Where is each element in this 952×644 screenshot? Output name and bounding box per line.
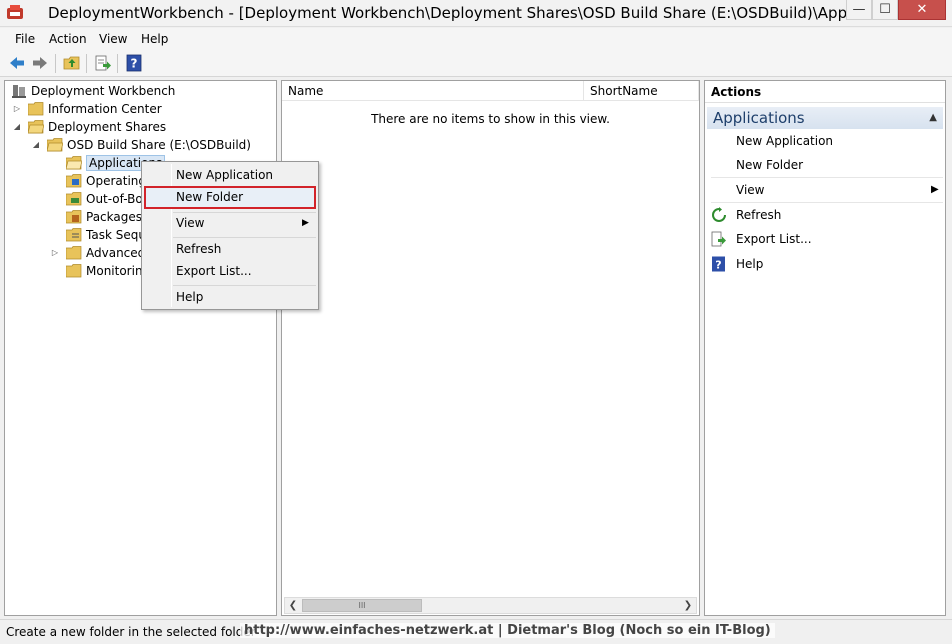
submenu-arrow-icon: ▶ xyxy=(302,218,309,228)
scroll-thumb[interactable]: III xyxy=(302,599,422,612)
folder-icon xyxy=(28,102,44,116)
menu-help[interactable]: Help xyxy=(141,32,168,46)
folder-open-icon xyxy=(28,120,44,134)
toolbar-separator xyxy=(117,54,118,73)
svg-text:?: ? xyxy=(715,259,721,272)
refresh-icon xyxy=(712,207,726,222)
status-bar: Create a new folder in the selected fold… xyxy=(0,619,952,644)
context-separator xyxy=(173,285,316,286)
export-list-icon xyxy=(711,231,726,247)
menu-action[interactable]: Action xyxy=(49,32,87,46)
menu-view[interactable]: View xyxy=(99,32,127,46)
collapse-up-icon[interactable]: ▲ xyxy=(929,107,937,129)
menu-file[interactable]: File xyxy=(15,32,35,46)
tree-item-deployment-workbench[interactable]: Deployment Workbench xyxy=(11,82,175,100)
action-new-application[interactable]: New Application xyxy=(736,134,833,148)
watermark: http://www.einfaches-netzwerk.at | Dietm… xyxy=(240,623,775,638)
scroll-left-icon[interactable]: ❮ xyxy=(285,598,301,613)
empty-list-message: There are no items to show in this view. xyxy=(371,112,610,126)
actions-separator xyxy=(711,177,943,178)
folder-icon xyxy=(66,192,82,206)
export-list-icon[interactable] xyxy=(94,54,112,72)
svg-text:?: ? xyxy=(131,57,138,71)
tree-item-label: Deployment Shares xyxy=(48,120,167,134)
context-help[interactable]: Help xyxy=(176,290,203,304)
back-arrow-icon[interactable] xyxy=(8,54,26,72)
tree-item-monitoring[interactable]: Monitoring xyxy=(66,262,150,280)
collapse-arrow-icon[interactable]: ◢ xyxy=(12,122,22,131)
horizontal-scrollbar[interactable]: ❮ III ❯ xyxy=(284,597,697,614)
tree-item-label: Packages xyxy=(86,210,142,224)
list-view: Name ShortName There are no items to sho… xyxy=(281,80,700,616)
scroll-right-icon[interactable]: ❯ xyxy=(680,598,696,613)
folder-icon xyxy=(66,246,82,260)
column-header-shortname[interactable]: ShortName xyxy=(584,81,699,101)
folder-icon xyxy=(66,174,82,188)
actions-pane: Actions Applications ▲ New Application N… xyxy=(704,80,946,616)
minimize-button[interactable]: — xyxy=(846,0,872,20)
close-button[interactable]: ✕ xyxy=(898,0,946,20)
status-text: Create a new folder in the selected fold… xyxy=(6,625,256,639)
action-help[interactable]: Help xyxy=(736,257,763,271)
context-new-application[interactable]: New Application xyxy=(176,168,273,182)
tree-item-label: OSD Build Share (E:\OSDBuild) xyxy=(67,138,251,152)
forward-arrow-icon[interactable] xyxy=(31,54,49,72)
action-view[interactable]: View xyxy=(736,183,764,197)
tree-item-label: Information Center xyxy=(48,102,162,116)
workbench-icon xyxy=(12,85,26,98)
context-view[interactable]: View xyxy=(176,216,204,230)
expand-arrow-icon[interactable]: ▷ xyxy=(50,248,60,257)
context-menu: New Application New Folder View ▶ Refres… xyxy=(141,161,319,310)
actions-separator xyxy=(711,202,943,203)
tree-item-deployment-shares[interactable]: Deployment Shares xyxy=(28,118,166,136)
tree-item-information-center[interactable]: Information Center xyxy=(28,100,162,118)
actions-group-title: Applications xyxy=(713,109,805,127)
column-header-name[interactable]: Name xyxy=(282,81,584,101)
up-folder-icon[interactable] xyxy=(63,54,81,72)
submenu-arrow-icon: ▶ xyxy=(931,184,939,195)
maximize-button[interactable]: ☐ xyxy=(872,0,898,20)
folder-icon xyxy=(66,210,82,224)
app-icon xyxy=(7,5,23,19)
context-separator xyxy=(173,212,316,213)
tree-item-label: Deployment Workbench xyxy=(31,84,176,98)
context-refresh[interactable]: Refresh xyxy=(176,242,221,256)
tree-item-packages[interactable]: Packages xyxy=(66,208,142,226)
menu-bar: File Action View Help xyxy=(0,28,952,50)
share-folder-icon xyxy=(47,138,63,152)
folder-icon xyxy=(66,264,82,278)
help-icon[interactable]: ? xyxy=(125,54,143,72)
toolbar-separator xyxy=(86,54,87,73)
action-new-folder[interactable]: New Folder xyxy=(736,158,803,172)
folder-icon xyxy=(66,228,82,242)
folder-open-icon xyxy=(66,156,82,170)
window-title: DeploymentWorkbench - [Deployment Workbe… xyxy=(48,4,916,22)
actions-group-header[interactable]: Applications ▲ xyxy=(707,107,943,129)
tree-item-osd-build-share[interactable]: OSD Build Share (E:\OSDBuild) xyxy=(47,136,251,154)
expand-arrow-icon[interactable]: ▷ xyxy=(12,104,22,113)
collapse-arrow-icon[interactable]: ◢ xyxy=(31,140,41,149)
title-bar: DeploymentWorkbench - [Deployment Workbe… xyxy=(0,0,952,27)
help-icon: ? xyxy=(712,256,725,272)
context-separator xyxy=(173,237,316,238)
context-export-list[interactable]: Export List... xyxy=(176,264,252,278)
context-new-folder[interactable]: New Folder xyxy=(176,190,243,204)
action-refresh[interactable]: Refresh xyxy=(736,208,781,222)
toolbar: ? xyxy=(0,50,952,77)
action-export-list[interactable]: Export List... xyxy=(736,232,812,246)
actions-header: Actions xyxy=(705,81,945,103)
toolbar-separator xyxy=(55,54,56,73)
